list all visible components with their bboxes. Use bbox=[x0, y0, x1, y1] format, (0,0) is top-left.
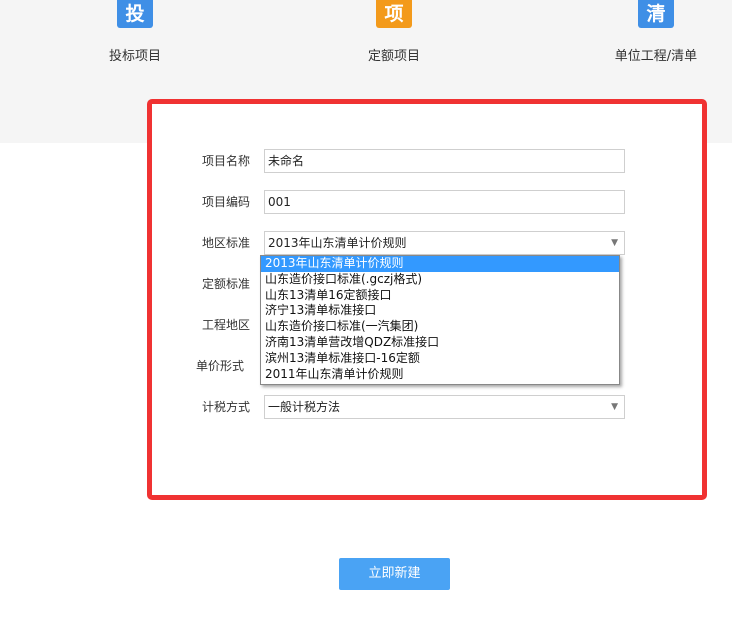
bid-icon: 投 bbox=[117, 0, 153, 28]
project-type-label: 投标项目 bbox=[108, 49, 161, 64]
project-type-label: 定额项目 bbox=[367, 49, 420, 64]
project-type-label: 单位工程/清单 bbox=[614, 49, 698, 64]
unit-price-form-label: 单价形式 bbox=[195, 359, 244, 373]
dropdown-option[interactable]: 山东造价接口标准(一汽集团) bbox=[261, 319, 619, 335]
dropdown-option[interactable]: 2011年山东清单计价规则 bbox=[261, 367, 619, 383]
project-code-label: 项目编码 bbox=[201, 195, 250, 209]
dropdown-option[interactable]: 山东造价接口标准(.gczj格式) bbox=[261, 272, 619, 288]
create-now-button[interactable]: 立即新建 bbox=[339, 558, 450, 590]
project-code-input[interactable]: 001 bbox=[264, 190, 625, 214]
dropdown-arrow-icon[interactable]: ▼ bbox=[611, 232, 618, 254]
quota-standard-label: 定额标准 bbox=[201, 277, 250, 291]
project-name-input[interactable]: 未命名 bbox=[264, 149, 625, 173]
quota-icon: 项 bbox=[376, 0, 412, 28]
bill-icon: 清 bbox=[638, 0, 674, 28]
tax-method-value: 一般计税方法 bbox=[268, 400, 341, 414]
dropdown-option[interactable]: 滨州13清单标准接口-16定额 bbox=[261, 351, 619, 367]
dropdown-option[interactable]: 济南13清单营改增QDZ标准接口 bbox=[261, 335, 619, 351]
dropdown-option[interactable]: 山东13清单16定额接口 bbox=[261, 288, 619, 304]
dropdown-option[interactable]: 济宁13清单标准接口 bbox=[261, 303, 619, 319]
dropdown-arrow-icon[interactable]: ▼ bbox=[611, 396, 618, 418]
region-standard-dropdown-list: 2013年山东清单计价规则 山东造价接口标准(.gczj格式) 山东13清单16… bbox=[260, 255, 620, 385]
tax-method-label: 计税方式 bbox=[201, 400, 250, 414]
project-region-label: 工程地区 bbox=[201, 318, 250, 332]
project-type-quota[interactable]: 项 定额项目 bbox=[358, 0, 430, 64]
project-type-bill[interactable]: 清 单位工程/清单 bbox=[606, 0, 706, 64]
region-standard-label: 地区标准 bbox=[201, 236, 250, 250]
region-standard-select[interactable]: 2013年山东清单计价规则 ▼ bbox=[264, 231, 625, 255]
tax-method-select[interactable]: 一般计税方法 ▼ bbox=[264, 395, 625, 419]
region-standard-value: 2013年山东清单计价规则 bbox=[268, 236, 407, 250]
dropdown-option[interactable]: 2013年山东清单计价规则 bbox=[261, 256, 619, 272]
project-type-bid[interactable]: 投 投标项目 bbox=[99, 0, 171, 64]
project-name-label: 项目名称 bbox=[201, 154, 250, 168]
